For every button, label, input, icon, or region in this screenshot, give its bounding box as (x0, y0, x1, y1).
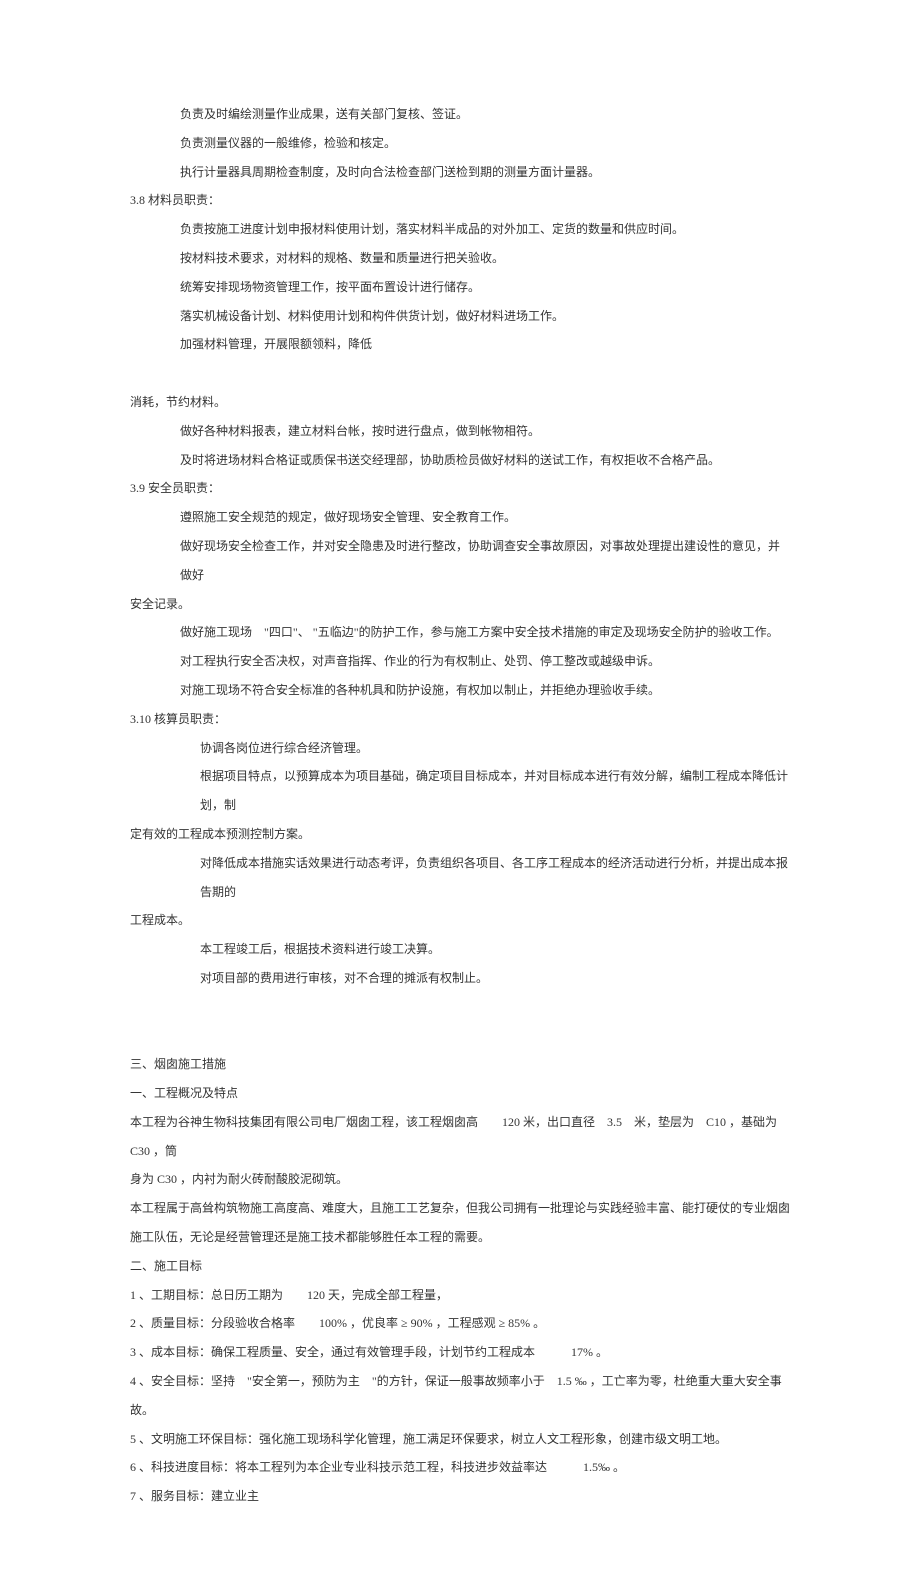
text-line: 7 、服务目标：建立业主 (130, 1482, 790, 1511)
text-line: 执行计量器具周期检查制度，及时向合法检查部门送检到期的测量方面计量器。 (130, 158, 790, 187)
text-line: 2 、质量目标：分段验收合格率 100% ，优良率 ≥ 90% ，工程感观 ≥ … (130, 1309, 790, 1338)
document-body: 负责及时编绘测量作业成果，送有关部门复核、签证。负责测量仪器的一般维修，检验和核… (130, 100, 790, 1511)
text-line (130, 1022, 790, 1051)
text-line: 1 、工期目标：总日历工期为 120 天，完成全部工程量， (130, 1281, 790, 1310)
text-line: 遵照施工安全规范的规定，做好现场安全管理、安全教育工作。 (130, 503, 790, 532)
text-line: 本工程为谷神生物科技集团有限公司电厂烟囱工程，该工程烟囱高 120 米，出口直径… (130, 1108, 790, 1166)
text-line: 二、施工目标 (130, 1252, 790, 1281)
text-line: 对工程执行安全否决权，对声音指挥、作业的行为有权制止、处罚、停工整改或越级申诉。 (130, 647, 790, 676)
text-line (130, 993, 790, 1022)
text-line: 3.9 安全员职责： (130, 474, 790, 503)
text-line: 按材料技术要求，对材料的规格、数量和质量进行把关验收。 (130, 244, 790, 273)
text-line: 落实机械设备计划、材料使用计划和构件供货计划，做好材料进场工作。 (130, 302, 790, 331)
text-line: 加强材料管理，开展限额领料，降低 (130, 330, 790, 359)
text-line: 统筹安排现场物资管理工作，按平面布置设计进行储存。 (130, 273, 790, 302)
text-line: 消耗，节约材料。 (130, 388, 790, 417)
text-line: 3 、成本目标：确保工程质量、安全，通过有效管理手段，计划节约工程成本 17% … (130, 1338, 790, 1367)
text-line: 负责及时编绘测量作业成果，送有关部门复核、签证。 (130, 100, 790, 129)
text-line: 根据项目特点，以预算成本为项目基础，确定项目目标成本，并对目标成本进行有效分解，… (130, 762, 790, 820)
text-line: 本工程属于高耸构筑物施工高度高、难度大，且施工工艺复杂，但我公司拥有一批理论与实… (130, 1194, 790, 1223)
text-line: 对降低成本措施实话效果进行动态考评，负责组织各项目、各工序工程成本的经济活动进行… (130, 849, 790, 907)
text-line: 及时将进场材料合格证或质保书送交经理部，协助质检员做好材料的送试工作，有权拒收不… (130, 446, 790, 475)
text-line: 工程成本。 (130, 906, 790, 935)
text-line: 3.10 核算员职责： (130, 705, 790, 734)
text-line: 做好现场安全检查工作，并对安全隐患及时进行整改，协助调查安全事故原因，对事故处理… (130, 532, 790, 590)
text-line: 3.8 材料员职责： (130, 186, 790, 215)
text-line: 本工程竣工后，根据技术资料进行竣工决算。 (130, 935, 790, 964)
text-line: 负责按施工进度计划申报材料使用计划，落实材料半成品的对外加工、定货的数量和供应时… (130, 215, 790, 244)
text-line: 5 、文明施工环保目标：强化施工现场科学化管理，施工满足环保要求，树立人文工程形… (130, 1425, 790, 1454)
text-line: 定有效的工程成本预测控制方案。 (130, 820, 790, 849)
text-line: 协调各岗位进行综合经济管理。 (130, 734, 790, 763)
text-line: 对项目部的费用进行审核，对不合理的摊派有权制止。 (130, 964, 790, 993)
text-line: 对施工现场不符合安全标准的各种机具和防护设施，有权加以制止，并拒绝办理验收手续。 (130, 676, 790, 705)
text-line: 身为 C30 ，内衬为耐火砖耐酸胶泥砌筑。 (130, 1165, 790, 1194)
text-line: 安全记录。 (130, 590, 790, 619)
text-line: 6 、科技进度目标：将本工程列为本企业专业科技示范工程，科技进步效益率达 1.5… (130, 1453, 790, 1482)
text-line: 负责测量仪器的一般维修，检验和核定。 (130, 129, 790, 158)
text-line: 三、烟囱施工措施 (130, 1050, 790, 1079)
text-line: 4 、安全目标：坚持 "安全第一，预防为主 "的方针，保证一般事故频率小于 1.… (130, 1367, 790, 1425)
text-line: 做好各种材料报表，建立材料台帐，按时进行盘点，做到帐物相符。 (130, 417, 790, 446)
text-line: 一、工程概况及特点 (130, 1079, 790, 1108)
text-line: 施工队伍，无论是经营管理还是施工技术都能够胜任本工程的需要。 (130, 1223, 790, 1252)
text-line (130, 359, 790, 388)
text-line: 做好施工现场 "四口"、 "五临边"的防护工作，参与施工方案中安全技术措施的审定… (130, 618, 790, 647)
